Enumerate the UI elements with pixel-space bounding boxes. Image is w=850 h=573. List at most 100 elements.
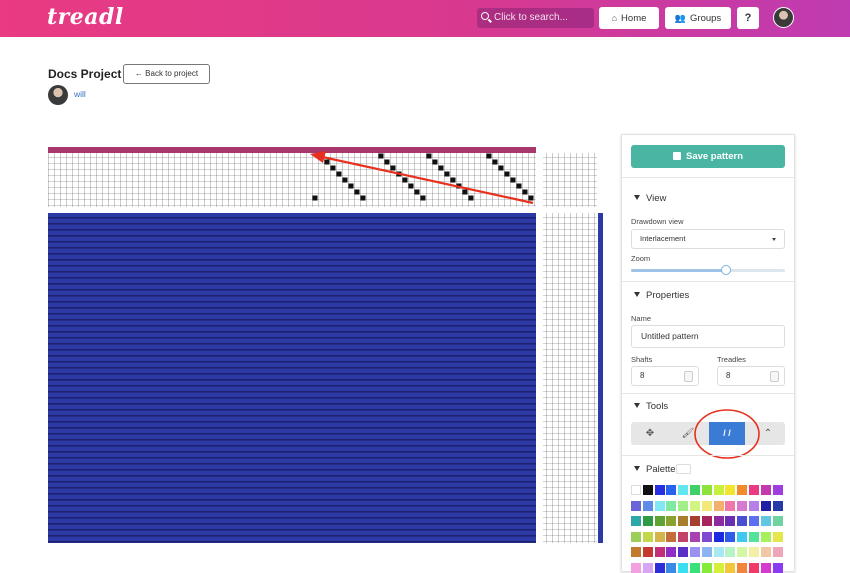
user-avatar[interactable] [773,7,794,28]
palette-swatch[interactable] [654,547,665,557]
palette-swatch[interactable] [654,562,665,573]
palette-swatch[interactable] [749,500,759,511]
palette-swatch[interactable] [749,531,759,542]
palette-swatch[interactable] [690,516,700,526]
palette-swatch[interactable] [749,516,759,526]
palette-swatch[interactable] [678,531,689,542]
palette-swatch[interactable] [749,485,759,495]
palette-swatch[interactable] [690,562,700,573]
save-pattern-button[interactable]: Save pattern [631,145,785,168]
palette-swatch[interactable] [701,500,712,511]
owner-avatar[interactable] [48,85,68,105]
palette-swatch[interactable] [701,531,712,542]
palette-swatch[interactable] [666,516,677,526]
palette-swatch[interactable] [725,562,736,573]
palette-swatch[interactable] [642,485,653,495]
palette-swatch[interactable] [760,485,771,495]
palette-swatch[interactable] [713,516,724,526]
palette-swatch[interactable] [642,516,653,526]
shafts-input[interactable]: 8 [631,366,699,386]
drawdown-view-select[interactable]: Interlacement [631,229,785,249]
properties-section-toggle[interactable]: Properties [634,290,689,301]
palette-swatch[interactable] [701,562,712,573]
home-button[interactable]: ⌂ Home [599,7,659,29]
palette-swatch[interactable] [737,516,748,526]
palette-swatch[interactable] [737,531,748,542]
palette-swatch[interactable] [760,547,771,557]
palette-swatch[interactable] [713,547,724,557]
palette-section-toggle[interactable]: Palette [634,464,676,475]
palette-swatch[interactable] [678,516,689,526]
palette-swatch[interactable] [772,500,783,511]
stepper-icon[interactable] [684,371,693,382]
palette-swatch[interactable] [654,531,665,542]
palette-swatch[interactable] [690,485,700,495]
palette-swatch[interactable] [772,516,783,526]
palette-swatch[interactable] [642,531,653,542]
palette-swatch[interactable] [701,547,712,557]
palette-swatch[interactable] [749,547,759,557]
palette-swatch[interactable] [725,547,736,557]
palette-swatch[interactable] [737,485,748,495]
palette-swatch[interactable] [666,547,677,557]
palette-swatch[interactable] [678,562,689,573]
palette-swatch[interactable] [725,516,736,526]
palette-swatch[interactable] [654,516,665,526]
treadl-logo[interactable]: treadl [47,4,124,30]
palette-swatch[interactable] [654,485,665,495]
palette-swatch[interactable] [642,500,653,511]
palette-swatch[interactable] [760,531,771,542]
palette-swatch[interactable] [760,516,771,526]
search-input[interactable]: Click to search... [477,8,594,28]
palette-swatch[interactable] [631,531,641,542]
palette-swatch[interactable] [737,547,748,557]
palette-swatch[interactable] [749,562,759,573]
palette-swatch[interactable] [631,562,641,573]
palette-swatch[interactable] [666,562,677,573]
palette-swatch[interactable] [654,500,665,511]
back-to-project-button[interactable]: ← Back to project [123,64,210,84]
palette-swatch[interactable] [678,547,689,557]
palette-swatch[interactable] [666,500,677,511]
current-colour-swatch[interactable] [676,464,691,474]
stepper-icon[interactable] [770,371,779,382]
palette-swatch[interactable] [725,500,736,511]
zoom-slider-track[interactable] [631,269,785,272]
palette-swatch[interactable] [701,516,712,526]
palette-swatch[interactable] [690,531,700,542]
palette-swatch[interactable] [678,485,689,495]
palette-swatch[interactable] [690,547,700,557]
palette-swatch[interactable] [772,531,783,542]
palette-swatch[interactable] [760,562,771,573]
palette-swatch[interactable] [713,500,724,511]
tools-section-toggle[interactable]: Tools [634,401,668,412]
pattern-name-input[interactable]: Untitled pattern [631,325,785,348]
treadles-input[interactable]: 8 [717,366,785,386]
palette-swatch[interactable] [666,485,677,495]
palette-swatch[interactable] [772,485,783,495]
palette-swatch[interactable] [666,531,677,542]
palette-swatch[interactable] [631,516,641,526]
palette-swatch[interactable] [678,500,689,511]
palette-swatch[interactable] [760,500,771,511]
palette-swatch[interactable] [713,562,724,573]
palette-swatch[interactable] [772,547,783,557]
palette-swatch[interactable] [737,562,748,573]
palette-swatch[interactable] [631,500,641,511]
palette-swatch[interactable] [631,547,641,557]
help-button[interactable]: ? [737,7,759,29]
palette-swatch[interactable] [713,531,724,542]
palette-swatch[interactable] [725,531,736,542]
owner-link[interactable]: will [74,89,86,99]
view-section-toggle[interactable]: View [634,193,666,204]
groups-button[interactable]: 👥 Groups [665,7,731,29]
palette-swatch[interactable] [631,485,641,495]
palette-swatch[interactable] [690,500,700,511]
palette-swatch[interactable] [701,485,712,495]
palette-swatch[interactable] [642,547,653,557]
palette-swatch[interactable] [725,485,736,495]
palette-swatch[interactable] [772,562,783,573]
palette-swatch[interactable] [713,485,724,495]
palette-swatch[interactable] [642,562,653,573]
weaving-draft[interactable] [48,145,608,547]
